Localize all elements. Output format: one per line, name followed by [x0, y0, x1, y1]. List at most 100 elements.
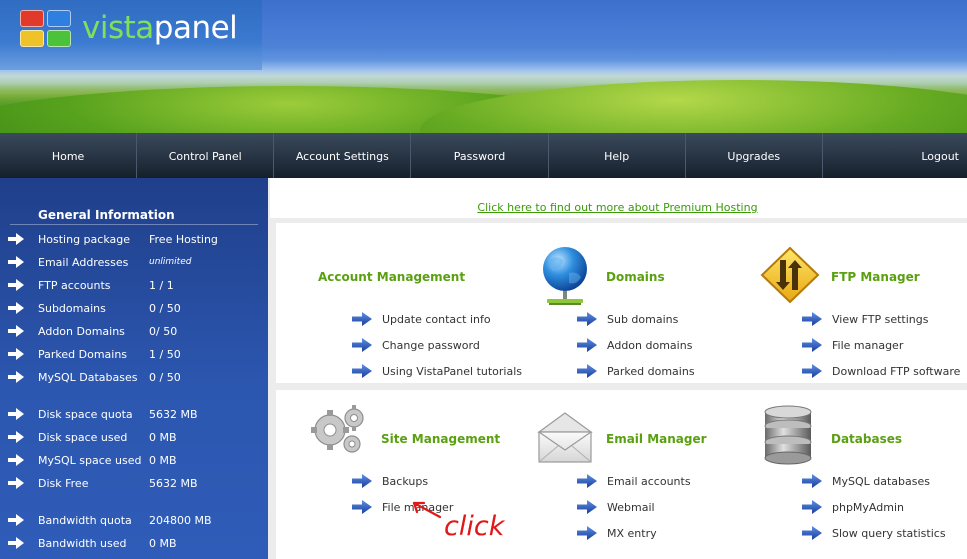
blue-arrow-icon — [802, 500, 822, 514]
ftp-sign-icon — [760, 246, 820, 304]
domains-link[interactable]: Sub domains — [577, 312, 678, 326]
header-banner: vistapanel — [0, 0, 967, 133]
sidebar-row-value: Free Hosting — [149, 232, 218, 246]
sidebar-divider — [10, 224, 258, 225]
blue-arrow-icon — [577, 526, 597, 540]
ftp-link-label: Download FTP software — [832, 364, 961, 378]
sidebar-row-value: 0 MB — [149, 536, 177, 550]
domains-link-label: Parked domains — [607, 364, 695, 378]
white-arrow-icon — [8, 431, 24, 443]
blue-arrow-icon — [802, 474, 822, 488]
main-navigation: Home Control Panel Account Settings Pass… — [0, 133, 967, 178]
domains-link[interactable]: Parked domains — [577, 364, 695, 378]
sidebar-row: Email Addresses unlimited — [0, 253, 268, 271]
account-link-label: Change password — [382, 338, 480, 352]
nav-help[interactable]: Help — [549, 133, 686, 178]
blue-arrow-icon — [577, 364, 597, 378]
email-link[interactable]: MX entry — [577, 526, 657, 540]
sidebar-row-label: Email Addresses — [38, 255, 129, 269]
gears-icon — [311, 405, 364, 453]
sidebar-row-label: MySQL Databases — [38, 370, 138, 384]
sidebar-row: Addon Domains 0/ 50 — [0, 322, 268, 340]
white-arrow-icon — [8, 477, 24, 489]
sidebar-row: Disk Free 5632 MB — [0, 474, 268, 492]
account-link[interactable]: Using VistaPanel tutorials — [352, 364, 522, 378]
account-link[interactable]: Change password — [352, 338, 480, 352]
blue-arrow-icon — [802, 338, 822, 352]
envelope-icon — [537, 412, 593, 463]
white-arrow-icon — [8, 408, 24, 420]
white-arrow-icon — [8, 233, 24, 245]
nav-control-panel[interactable]: Control Panel — [137, 133, 275, 178]
white-arrow-icon — [8, 537, 24, 549]
panel-row-1 — [276, 223, 967, 383]
sidebar-row-label: MySQL space used — [38, 453, 142, 467]
blue-arrow-icon — [352, 364, 372, 378]
sidebar-row-value: 0 / 50 — [149, 370, 181, 384]
sidebar-row-label: Parked Domains — [38, 347, 128, 361]
blue-arrow-icon — [352, 338, 372, 352]
sidebar-row-label: Addon Domains — [38, 324, 125, 338]
nav-account-settings[interactable]: Account Settings — [274, 133, 412, 178]
logo-windows-icon — [20, 10, 74, 48]
logo: vistapanel — [0, 0, 262, 70]
blue-arrow-icon — [577, 338, 597, 352]
sidebar-row-value: 0/ 50 — [149, 324, 178, 338]
email-manager-title: Email Manager — [606, 432, 707, 446]
sidebar-row: Bandwidth quota 204800 MB — [0, 511, 268, 529]
sidebar-row: FTP accounts 1 / 1 — [0, 276, 268, 294]
site-link-label: Backups — [382, 474, 429, 488]
email-link-label: Email accounts — [607, 474, 691, 488]
ftp-link-label: View FTP settings — [832, 312, 929, 326]
email-link-label: MX entry — [607, 526, 657, 540]
sidebar-row: Parked Domains 1 / 50 — [0, 345, 268, 363]
ftp-link-label: File manager — [832, 338, 904, 352]
nav-password[interactable]: Password — [411, 133, 549, 178]
blue-arrow-icon — [352, 312, 372, 326]
nav-home[interactable]: Home — [0, 133, 138, 178]
domains-title: Domains — [606, 270, 665, 284]
white-arrow-icon — [8, 302, 24, 314]
sidebar-row-label: Bandwidth used — [38, 536, 127, 550]
white-arrow-icon — [8, 454, 24, 466]
ftp-link[interactable]: View FTP settings — [802, 312, 928, 326]
email-link[interactable]: Email accounts — [577, 474, 691, 488]
sidebar-row-label: Hosting package — [38, 232, 130, 246]
email-link[interactable]: Webmail — [577, 500, 655, 514]
databases-link[interactable]: phpMyAdmin — [802, 500, 904, 514]
account-link-label: Using VistaPanel tutorials — [382, 364, 523, 378]
blue-arrow-icon — [352, 500, 372, 514]
account-link[interactable]: Update contact info — [352, 312, 491, 326]
ftp-link[interactable]: Download FTP software — [802, 364, 960, 378]
sidebar-row-label: Bandwidth quota — [38, 513, 132, 527]
sidebar-row-value: 204800 MB — [149, 513, 212, 527]
nav-upgrades[interactable]: Upgrades — [686, 133, 823, 178]
premium-hosting-link[interactable]: Click here to find out more about Premiu… — [268, 201, 967, 214]
globe-icon — [543, 247, 587, 305]
databases-link-label: phpMyAdmin — [832, 500, 904, 514]
sidebar-row-label: Subdomains — [38, 301, 106, 315]
logo-text: vistapanel — [82, 10, 238, 46]
blue-arrow-icon — [802, 364, 822, 378]
domains-link-label: Sub domains — [607, 312, 679, 326]
sidebar-row-label: Disk space quota — [38, 407, 133, 421]
site-link[interactable]: Backups — [352, 474, 428, 488]
blue-arrow-icon — [802, 312, 822, 326]
databases-link-label: Slow query statistics — [832, 526, 946, 540]
blue-arrow-icon — [577, 312, 597, 326]
sidebar-row: MySQL Databases 0 / 50 — [0, 368, 268, 386]
sidebar-row: Disk space quota 5632 MB — [0, 405, 268, 423]
sidebar-row-value: 1 / 1 — [149, 278, 174, 292]
database-icon — [764, 405, 812, 465]
white-arrow-icon — [8, 325, 24, 337]
ftp-link[interactable]: File manager — [802, 338, 903, 352]
sidebar-row: Hosting package Free Hosting — [0, 230, 268, 248]
click-annotation-text: click — [444, 511, 506, 541]
databases-link[interactable]: Slow query statistics — [802, 526, 946, 540]
domains-link[interactable]: Addon domains — [577, 338, 692, 352]
databases-link[interactable]: MySQL databases — [802, 474, 930, 488]
nav-logout[interactable]: Logout — [823, 133, 967, 178]
sidebar-row-label: FTP accounts — [38, 278, 111, 292]
white-arrow-icon — [8, 514, 24, 526]
databases-link-label: MySQL databases — [832, 474, 930, 488]
